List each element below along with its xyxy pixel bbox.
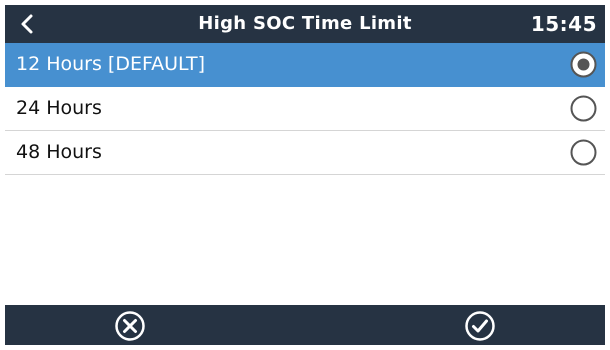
check-circle-icon — [465, 311, 495, 341]
option-label: 24 Hours — [16, 97, 102, 119]
option-label: 12 Hours [DEFAULT] — [16, 53, 206, 75]
footer-bar — [5, 305, 605, 345]
screen: High SOC Time Limit 15:45 12 Hours [DEFA… — [5, 5, 605, 345]
cancel-button[interactable] — [114, 310, 146, 342]
page-title: High SOC Time Limit — [198, 13, 412, 34]
option-48-hours[interactable]: 48 Hours — [5, 131, 605, 175]
option-12-hours[interactable]: 12 Hours [DEFAULT] — [5, 43, 605, 87]
confirm-button[interactable] — [464, 310, 496, 342]
radio-unselected-icon[interactable] — [570, 139, 597, 166]
header-bar: High SOC Time Limit 15:45 — [5, 5, 605, 43]
cancel-circle-icon — [115, 311, 145, 341]
radio-selected-icon[interactable] — [570, 51, 597, 78]
option-label: 48 Hours — [16, 141, 102, 163]
option-24-hours[interactable]: 24 Hours — [5, 87, 605, 131]
options-list: 12 Hours [DEFAULT] 24 Hours 48 Hours — [5, 43, 605, 175]
radio-unselected-icon[interactable] — [570, 95, 597, 122]
clock: 15:45 — [530, 12, 597, 36]
